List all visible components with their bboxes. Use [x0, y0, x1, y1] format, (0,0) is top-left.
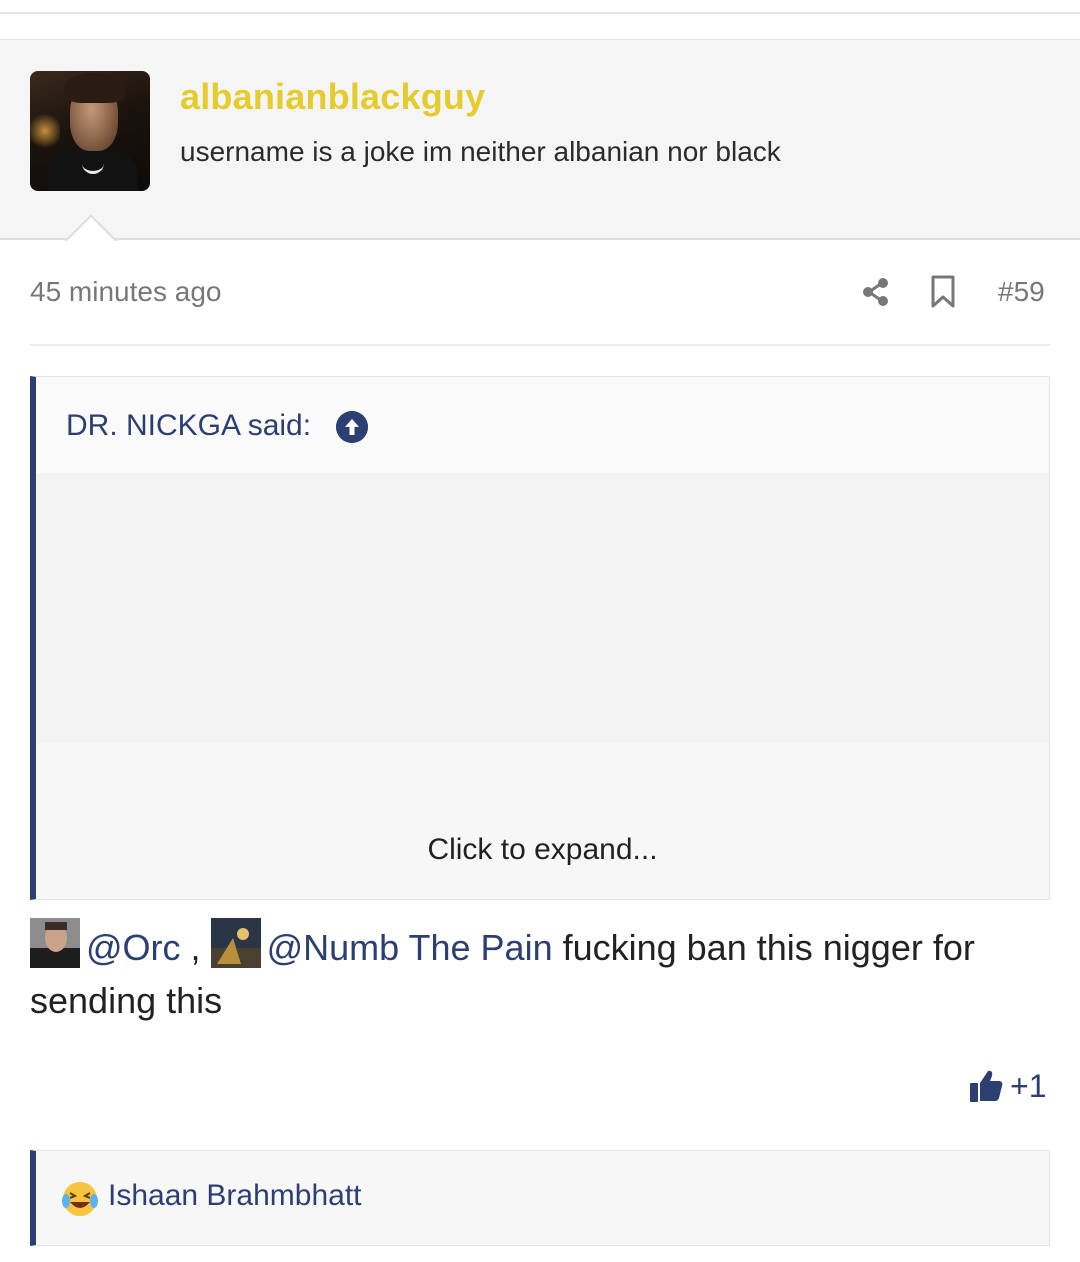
author-header: albanianblackguy username is a joke im n…	[0, 39, 1080, 240]
orc-avatar[interactable]	[30, 918, 80, 968]
post-number-link[interactable]: #59	[998, 276, 1045, 308]
post-message: @Orc , @Numb The Pain fucking ban this n…	[30, 918, 1030, 1027]
numb-the-pain-avatar[interactable]	[210, 918, 261, 968]
meta-divider	[30, 344, 1050, 346]
reactions-bar: Ishaan Brahmbhatt	[30, 1150, 1050, 1246]
author-avatar[interactable]	[30, 71, 150, 191]
avatar-collar	[82, 153, 104, 174]
avatar-hair	[64, 73, 126, 103]
click-to-expand-link[interactable]: Click to expand...	[36, 833, 1049, 867]
avatar-light	[30, 111, 60, 151]
author-user-title: username is a joke im neither albanian n…	[180, 136, 781, 167]
top-divider	[0, 12, 1080, 14]
post-timestamp[interactable]: 45 minutes ago	[30, 276, 221, 308]
reactor-name-link[interactable]: Ishaan Brahmbhatt	[108, 1179, 362, 1213]
bookmark-icon[interactable]	[930, 275, 956, 309]
quote-content	[36, 473, 1049, 743]
mention-orc[interactable]: @Orc	[86, 927, 181, 968]
mention-numb-the-pain[interactable]: @Numb The Pain	[267, 927, 553, 968]
quote-author-link[interactable]: DR. NICKGA said:	[66, 409, 311, 443]
laughing-crying-emoji-icon	[62, 1182, 98, 1216]
mention-separator: ,	[180, 927, 201, 968]
quote-block: DR. NICKGA said: Click to expand...	[30, 376, 1050, 900]
arrow-up-icon[interactable]	[336, 411, 368, 443]
share-icon[interactable]	[860, 276, 892, 308]
like-count[interactable]: +1	[1010, 1068, 1046, 1105]
author-username[interactable]: albanianblackguy	[180, 76, 485, 118]
quote-header: DR. NICKGA said:	[36, 377, 1049, 473]
header-pointer	[62, 213, 118, 241]
thumbs-up-icon[interactable]	[968, 1068, 1004, 1104]
